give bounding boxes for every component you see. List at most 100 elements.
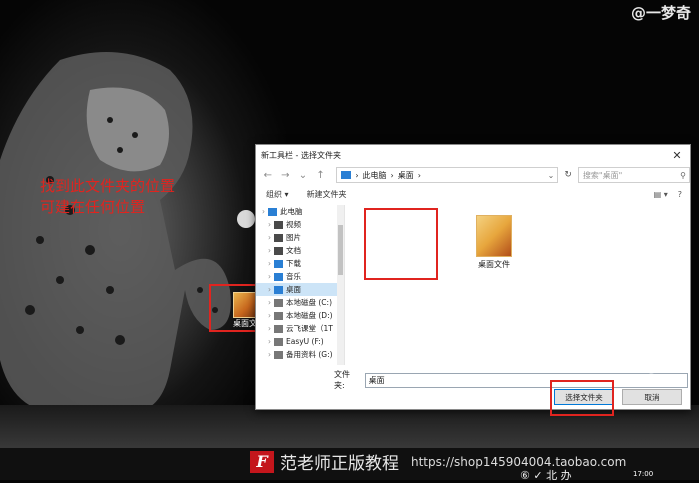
music-icon bbox=[274, 272, 283, 281]
pictures-icon bbox=[274, 233, 283, 242]
close-icon[interactable]: ✕ bbox=[664, 149, 690, 162]
folder-field-label: 文件夹: bbox=[334, 370, 350, 390]
tree-scrollbar[interactable] bbox=[337, 205, 344, 365]
expand-chevron-icon[interactable]: › bbox=[268, 246, 271, 255]
breadcrumb-sep-icon: › bbox=[390, 170, 394, 180]
tree-item[interactable]: › 此电脑 bbox=[256, 205, 344, 218]
address-dropdown-icon[interactable]: ⌄ bbox=[548, 171, 558, 180]
recent-dropdown-icon[interactable]: ⌄ bbox=[297, 170, 309, 181]
new-folder-button[interactable]: 新建文件夹 bbox=[307, 189, 347, 200]
watermark-bottom: ⑥ ✓ 北 办 bbox=[520, 469, 572, 482]
breadcrumb-sep-icon: › bbox=[417, 170, 421, 180]
select-folder-dialog: 新工具栏 - 选择文件夹 ✕ ← → ⌄ ↑ › 此电脑 › 桌面 › ⌄ ↻ … bbox=[255, 144, 691, 410]
tree-item[interactable]: › 下载 bbox=[256, 257, 344, 270]
highlight-box-select-button bbox=[550, 380, 614, 416]
tree-item-label: 下载 bbox=[286, 259, 301, 268]
expand-chevron-icon[interactable]: › bbox=[268, 311, 271, 320]
desktop-icon bbox=[274, 285, 283, 294]
dialog-titlebar: 新工具栏 - 选择文件夹 ✕ bbox=[256, 145, 690, 165]
tree-item-label: 本地磁盘 (C:) bbox=[286, 298, 332, 307]
cancel-button[interactable]: 取消 bbox=[622, 389, 682, 405]
brand-logo: F bbox=[250, 450, 274, 473]
annotation-text: 找到此文件夹的位置 可建在任何位置 bbox=[40, 176, 175, 218]
pc-icon bbox=[268, 207, 277, 216]
search-icon: ⚲ bbox=[680, 170, 687, 180]
annotation-line-2: 可建在任何位置 bbox=[40, 198, 146, 216]
cursor-badge bbox=[237, 210, 255, 228]
search-input[interactable]: 搜索"桌面" ⚲ bbox=[577, 167, 691, 183]
tree-item[interactable]: › 本地磁盘 (C:) bbox=[256, 296, 344, 309]
tree-item-label: 图片 bbox=[286, 233, 301, 242]
expand-chevron-icon[interactable]: › bbox=[268, 337, 271, 346]
search-placeholder: 搜索"桌面" bbox=[582, 170, 623, 180]
tree-item[interactable]: › 文档 bbox=[256, 244, 344, 257]
dialog-body: › 此电脑 › 视频 › 图片 › 文档 › 下载 › 音乐 › 桌面 › 本地磁盘 (C:) › 本地磁盘 (D… bbox=[256, 205, 688, 365]
drive-icon bbox=[274, 298, 283, 307]
folder-field-value: 桌面 bbox=[368, 375, 385, 385]
navigation-tree: › 此电脑 › 视频 › 图片 › 文档 › 下载 › 音乐 › 桌面 › 本地磁盘 (C:) › 本地磁盘 (D… bbox=[256, 205, 345, 365]
annotation-line-1: 找到此文件夹的位置 bbox=[40, 177, 176, 195]
tree-item[interactable]: › EasyU (F:) bbox=[256, 335, 344, 348]
expand-chevron-icon[interactable]: › bbox=[268, 350, 271, 359]
scrollbar-thumb[interactable] bbox=[338, 225, 343, 275]
view-options-icon[interactable]: ▤ ▾ bbox=[654, 190, 668, 199]
drive-icon bbox=[274, 337, 283, 346]
tree-item[interactable]: › 桌面 bbox=[256, 283, 344, 296]
folder-item[interactable]: 桌面文件 bbox=[465, 215, 523, 270]
taskbar-clock: 17:00 bbox=[633, 470, 654, 478]
tree-item-label: 文档 bbox=[286, 246, 301, 255]
watermark-middle: @一梦 bbox=[645, 360, 685, 375]
tree-item[interactable]: › 本地磁盘 (D:) bbox=[256, 309, 344, 322]
leopard-wallpaper-image bbox=[0, 52, 231, 412]
expand-chevron-icon[interactable]: › bbox=[268, 324, 271, 333]
tree-item-label: 视频 bbox=[286, 220, 301, 229]
tree-item[interactable]: › 音乐 bbox=[256, 270, 344, 283]
tree-item-label: EasyU (F:) bbox=[286, 337, 324, 346]
drive-icon bbox=[274, 324, 283, 333]
documents-icon bbox=[274, 246, 283, 255]
back-arrow-icon[interactable]: ← bbox=[262, 170, 274, 181]
dialog-footer: 文件夹: 桌面 选择文件夹 取消 bbox=[256, 369, 688, 405]
tree-item-label: 音乐 bbox=[286, 272, 301, 281]
help-icon[interactable]: ? bbox=[678, 190, 682, 199]
tree-item[interactable]: › 图片 bbox=[256, 231, 344, 244]
expand-chevron-icon[interactable]: › bbox=[268, 233, 271, 242]
drive-icon bbox=[274, 311, 283, 320]
folder-icon bbox=[476, 215, 512, 257]
brand-url: https://shop145904004.taobao.com bbox=[411, 454, 627, 469]
organize-button[interactable]: 组织 ▾ bbox=[266, 189, 289, 200]
tree-item[interactable]: › 云飞课堂（1T bbox=[256, 322, 344, 335]
tree-item-label: 桌面 bbox=[286, 285, 301, 294]
tree-item-label: 此电脑 bbox=[280, 207, 303, 216]
video-icon bbox=[274, 220, 283, 229]
tree-item-label: 本地磁盘 (D:) bbox=[286, 311, 333, 320]
folder-item-label: 桌面文件 bbox=[478, 260, 510, 269]
pc-icon bbox=[341, 171, 352, 179]
address-bar[interactable]: › 此电脑 › 桌面 › ⌄ bbox=[336, 167, 559, 183]
breadcrumb-this-pc[interactable]: 此电脑 bbox=[363, 170, 387, 181]
expand-chevron-icon[interactable]: › bbox=[262, 207, 265, 216]
expand-chevron-icon[interactable]: › bbox=[268, 285, 271, 294]
tree-item[interactable]: › 备用资料 (G:) bbox=[256, 348, 344, 361]
dialog-title: 新工具栏 - 选择文件夹 bbox=[261, 150, 341, 160]
expand-chevron-icon[interactable]: › bbox=[268, 298, 271, 307]
breadcrumb-desktop[interactable]: 桌面 bbox=[398, 170, 414, 181]
forward-arrow-icon[interactable]: → bbox=[280, 170, 292, 181]
tree-item-label: 备用资料 (G:) bbox=[286, 350, 333, 359]
folder-field-row: 文件夹: 桌面 bbox=[256, 369, 688, 391]
expand-chevron-icon[interactable]: › bbox=[268, 259, 271, 268]
expand-chevron-icon[interactable]: › bbox=[268, 272, 271, 281]
tree-item[interactable]: › 视频 bbox=[256, 218, 344, 231]
drive-icon bbox=[274, 350, 283, 359]
refresh-icon[interactable]: ↻ bbox=[564, 170, 572, 180]
tree-item-label: 云飞课堂（1T bbox=[286, 324, 333, 333]
download-icon bbox=[274, 259, 283, 268]
breadcrumb-sep-icon: › bbox=[355, 170, 359, 180]
up-arrow-icon[interactable]: ↑ bbox=[315, 170, 327, 181]
command-toolbar: 组织 ▾ 新建文件夹 ▤ ▾ ? bbox=[256, 185, 690, 203]
watermark-top: @一梦奇 bbox=[630, 4, 691, 22]
navigation-bar: ← → ⌄ ↑ › 此电脑 › 桌面 › ⌄ ↻ 搜索"桌面" ⚲ bbox=[256, 165, 691, 185]
brand-name: 范老师正版教程 bbox=[280, 454, 399, 474]
folder-field[interactable]: 桌面 bbox=[364, 372, 688, 388]
expand-chevron-icon[interactable]: › bbox=[268, 220, 271, 229]
